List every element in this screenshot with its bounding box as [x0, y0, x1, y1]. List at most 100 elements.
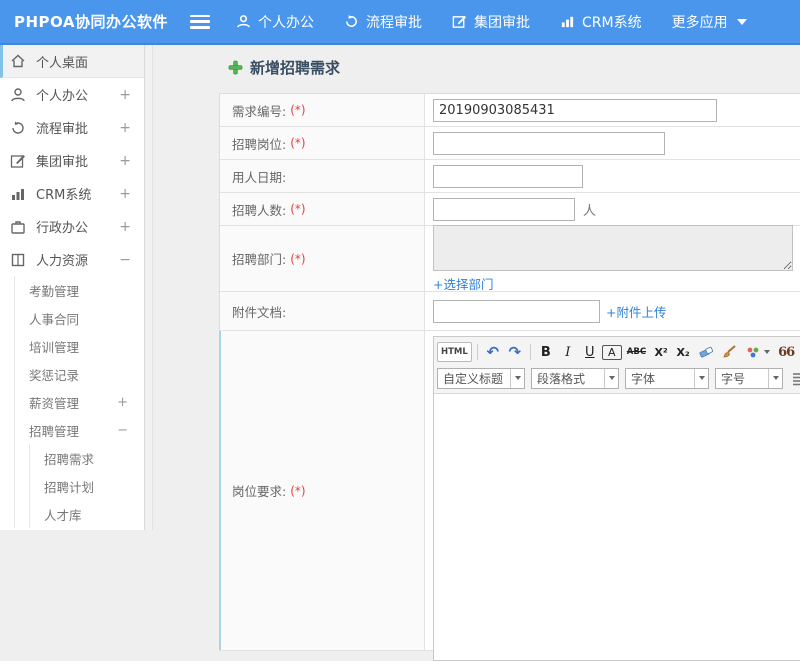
paragraph-format-select[interactable]: 段落格式	[531, 367, 619, 389]
italic-button[interactable]: I	[558, 342, 578, 362]
sidebar-item-human-resources[interactable]: 人力资源 −	[0, 243, 144, 276]
subscript-button[interactable]: X₂	[673, 342, 693, 362]
field-label: 招聘岗位: (*)	[220, 127, 425, 159]
sidebar-item-crm-system[interactable]: CRM系统 +	[0, 177, 144, 210]
expand-plus-icon[interactable]: +	[119, 87, 131, 103]
editor-toolbar-row2: 自定义标题 段落格式 字体 字号	[437, 365, 800, 391]
field-label: 招聘人数: (*)	[220, 193, 425, 225]
form-row-recruitment-department: 招聘部门: (*) +选择部门	[220, 224, 800, 293]
editor-content-area[interactable]	[434, 394, 800, 660]
expand-plus-icon[interactable]: +	[119, 120, 131, 136]
sidebar-scrollbar[interactable]	[146, 45, 153, 530]
topnav-crm-system[interactable]: CRM系统	[560, 12, 642, 32]
recruitment-department-textarea[interactable]	[433, 224, 793, 271]
unit-suffix: 人	[583, 203, 597, 219]
sidebar-item-label: 个人桌面	[36, 55, 89, 71]
page-title: 新增招聘需求	[219, 57, 800, 78]
topnav-group-approval[interactable]: 集团审批	[452, 12, 530, 32]
strikethrough-button[interactable]: ABC	[624, 342, 649, 362]
custom-heading-select[interactable]: 自定义标题	[437, 367, 525, 389]
caret-down-icon	[764, 350, 771, 354]
sidebar-item-personal-office[interactable]: 个人办公 +	[0, 78, 144, 111]
sidebar-item-recruitment-requirements[interactable]: 招聘需求	[30, 444, 144, 472]
expand-plus-icon[interactable]: +	[119, 153, 131, 169]
sidebar-item-salary-management[interactable]: 薪资管理 +	[15, 388, 144, 416]
topnav-personal-office[interactable]: 个人办公	[236, 12, 314, 32]
form-row-headcount: 招聘人数: (*) 人	[220, 193, 800, 226]
superscript-button[interactable]: X²	[651, 342, 671, 362]
sidebar-item-admin-office[interactable]: 行政办公 +	[0, 210, 144, 243]
source-code-button[interactable]: HTML	[437, 342, 472, 362]
redo-icon[interactable]: ↷	[505, 342, 525, 362]
attachment-input[interactable]	[433, 299, 600, 323]
topnav-label: 个人办公	[258, 14, 314, 31]
attachment-upload-link[interactable]: +附件上传	[606, 302, 666, 321]
employment-date-input[interactable]	[433, 164, 583, 188]
align-left-icon[interactable]	[789, 368, 800, 388]
expand-plus-icon[interactable]: +	[119, 186, 131, 202]
edit-icon	[10, 152, 27, 169]
required-marker: (*)	[290, 136, 306, 150]
format-brush-icon[interactable]	[719, 342, 741, 362]
top-navigation: 个人办公 流程审批 集团审批 CRM系统 更多应用	[236, 12, 777, 32]
hamburger-menu-icon[interactable]	[190, 14, 210, 29]
underline-button[interactable]: U	[580, 342, 600, 362]
field-label: 需求编号: (*)	[220, 94, 425, 126]
sidebar-item-label: 行政办公	[36, 221, 89, 236]
sidebar-item-group-approval[interactable]: 集团审批 +	[0, 144, 144, 177]
sub-item-label: 奖惩记录	[29, 367, 80, 383]
recruitment-submenu: 招聘需求 招聘计划 人才库	[29, 444, 144, 528]
sidebar-item-label: CRM系统	[36, 188, 92, 203]
edit-icon	[452, 14, 467, 29]
recruitment-requirement-form: 需求编号: (*) 招聘岗位: (*) 用人日期:	[219, 93, 800, 661]
sub-item-label: 人事合同	[29, 311, 80, 327]
sub-item-label: 薪资管理	[29, 395, 80, 411]
topnav-more-apps[interactable]: 更多应用	[672, 12, 747, 32]
font-style-button[interactable]: A	[601, 344, 622, 360]
sidebar-item-talent-pool[interactable]: 人才库	[30, 500, 144, 528]
expand-plus-icon[interactable]: +	[117, 395, 128, 410]
sidebar-item-label: 人力资源	[36, 254, 89, 269]
topnav-label: 流程审批	[366, 14, 422, 31]
blockquote-button[interactable]: 66	[775, 342, 797, 362]
collapse-minus-icon[interactable]: −	[117, 423, 128, 438]
sidebar-item-training-management[interactable]: 培训管理	[15, 332, 144, 360]
required-marker: (*)	[290, 202, 306, 216]
font-family-select[interactable]: 字体	[625, 367, 709, 389]
sidebar-item-attendance-management[interactable]: 考勤管理	[15, 276, 144, 304]
font-size-select[interactable]: 字号	[715, 367, 783, 389]
chart-icon	[10, 185, 27, 202]
request-number-input[interactable]	[433, 98, 717, 122]
sub-item-label: 招聘计划	[44, 479, 95, 495]
recruitment-position-input[interactable]	[433, 131, 665, 155]
sidebar-item-workflow-approval[interactable]: 流程审批 +	[0, 111, 144, 144]
sidebar-item-reward-punishment-records[interactable]: 奖惩记录	[15, 360, 144, 388]
sidebar-item-recruitment-plan[interactable]: 招聘计划	[30, 472, 144, 500]
field-label: 岗位要求: (*)	[220, 331, 425, 650]
history-icon	[344, 14, 359, 29]
sidebar-item-personal-desktop[interactable]: 个人桌面	[0, 45, 144, 78]
expand-plus-icon[interactable]: +	[119, 219, 131, 235]
briefcase-icon	[10, 218, 27, 235]
headcount-input[interactable]	[433, 197, 575, 221]
form-row-recruitment-position: 招聘岗位: (*)	[220, 127, 800, 160]
topnav-workflow-approval[interactable]: 流程审批	[344, 12, 422, 32]
eraser-icon[interactable]	[695, 342, 717, 362]
rich-text-editor: HTML ↶ ↷ B I U A ABC X² X₂ 66 自定义标题 段落格式…	[433, 336, 800, 661]
form-row-attachment: 附件文档: +附件上传	[220, 292, 800, 331]
sub-item-label: 培训管理	[29, 339, 80, 355]
select-department-link[interactable]: +选择部门	[433, 274, 800, 293]
main-content: 新增招聘需求 需求编号: (*) 招聘岗位: (*) 用人日期:	[153, 45, 800, 661]
undo-icon[interactable]: ↶	[483, 342, 503, 362]
editor-toolbar-row1: HTML ↶ ↷ B I U A ABC X² X₂ 66	[437, 339, 800, 365]
sidebar-item-recruitment-management[interactable]: 招聘管理 −	[15, 416, 144, 444]
collapse-minus-icon[interactable]: −	[119, 252, 131, 268]
color-palette-icon[interactable]	[743, 342, 773, 362]
sidebar-item-label: 流程审批	[36, 122, 89, 137]
toolbar-separator	[476, 344, 478, 360]
topnav-label: CRM系统	[582, 14, 642, 31]
bold-button[interactable]: B	[536, 342, 556, 362]
sidebar-item-personnel-contract[interactable]: 人事合同	[15, 304, 144, 332]
field-label: 用人日期:	[220, 160, 425, 192]
topbar: PHPOA协同办公软件 个人办公 流程审批 集团审批 CRM系统 更多应用	[0, 0, 800, 45]
